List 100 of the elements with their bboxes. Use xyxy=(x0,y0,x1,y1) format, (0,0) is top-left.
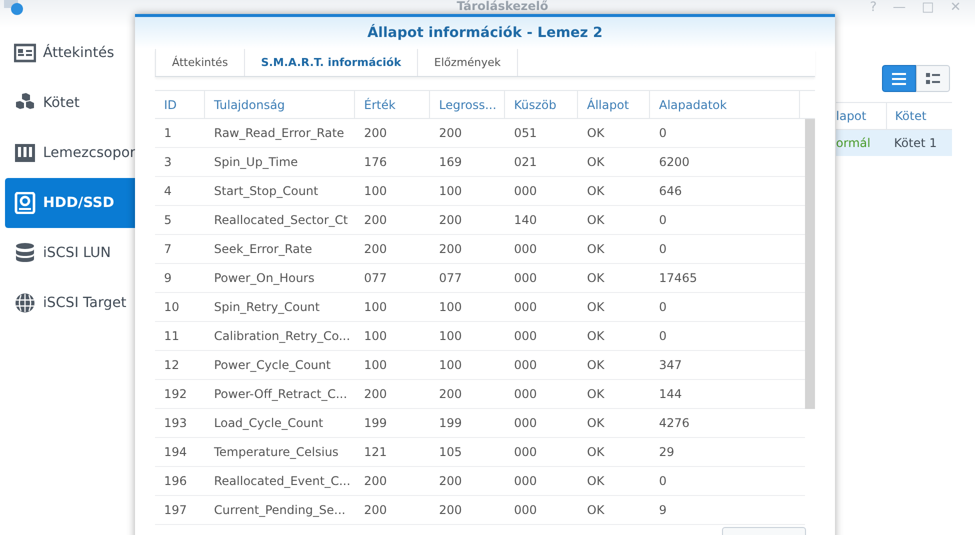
sidebar-item[interactable]: Áttekintés xyxy=(5,28,135,78)
sidebar-item[interactable]: Lemezcsopor xyxy=(5,128,135,178)
bars-icon xyxy=(14,142,36,164)
table-cell: 194 xyxy=(164,445,187,459)
table-cell: OK xyxy=(587,474,604,488)
table-cell: ormál xyxy=(836,136,870,150)
table-cell: 5 xyxy=(164,213,172,227)
table-cell: 12 xyxy=(164,358,180,372)
table-cell: 7 xyxy=(164,242,172,256)
sidebar-item[interactable]: HDD/SSD xyxy=(5,178,135,228)
table-cell: 197 xyxy=(164,503,187,517)
table-cell: OK xyxy=(587,358,604,372)
table-cell: 100 xyxy=(364,300,387,314)
table-cell: 000 xyxy=(514,445,537,459)
sidebar-item[interactable]: iSCSI LUN xyxy=(5,228,135,278)
list-icon xyxy=(892,72,906,85)
column-header[interactable]: Állapot xyxy=(587,98,629,112)
column-header[interactable]: Küszöb xyxy=(514,98,556,112)
window-title: Tároláskezelő xyxy=(456,0,548,13)
table-cell: 199 xyxy=(439,416,462,430)
column-header[interactable]: Alapadatok xyxy=(659,98,727,112)
table-cell: Seek_Error_Rate xyxy=(214,242,312,256)
table-cell: 000 xyxy=(514,300,537,314)
tab[interactable]: Előzmények xyxy=(417,49,518,76)
table-cell: 200 xyxy=(364,242,387,256)
table-cell: 105 xyxy=(439,445,462,459)
table-cell: 051 xyxy=(514,126,537,140)
table-cell: Calibration_Retry_Co... xyxy=(214,329,350,343)
table-cell: 100 xyxy=(439,184,462,198)
table-cell: 200 xyxy=(364,213,387,227)
table-cell: 000 xyxy=(514,387,537,401)
table-cell: 200 xyxy=(439,503,462,517)
table-cell: 200 xyxy=(439,126,462,140)
table-cell: 646 xyxy=(659,184,682,198)
table-cell: 000 xyxy=(514,474,537,488)
table-cell: 200 xyxy=(364,387,387,401)
table-cell: 196 xyxy=(164,474,187,488)
table-cell: OK xyxy=(587,184,604,198)
table-cell: 4276 xyxy=(659,416,690,430)
table-cell: Spin_Up_Time xyxy=(214,155,298,169)
table-cell: 200 xyxy=(364,474,387,488)
table-cell: 077 xyxy=(439,271,462,285)
scrollbar-thumb[interactable] xyxy=(805,119,815,409)
column-header: lapot xyxy=(836,109,866,123)
table-cell: 176 xyxy=(364,155,387,169)
table-cell: Start_Stop_Count xyxy=(214,184,318,198)
table-cell: 29 xyxy=(659,445,674,459)
table-cell: 100 xyxy=(364,329,387,343)
table-cell: 10 xyxy=(164,300,180,314)
table-cell: 200 xyxy=(364,126,387,140)
column-header[interactable]: ID xyxy=(164,98,177,112)
table-cell: Power-Off_Retract_C... xyxy=(214,387,348,401)
table-cell: 100 xyxy=(364,358,387,372)
column-header[interactable]: Tulajdonság xyxy=(214,98,285,112)
table-cell: OK xyxy=(587,155,604,169)
table-cell: 200 xyxy=(439,474,462,488)
table-cell: 100 xyxy=(364,184,387,198)
table-cell: 3 xyxy=(164,155,172,169)
globe-icon xyxy=(14,292,36,314)
table-cell: 100 xyxy=(439,329,462,343)
table-cell: Load_Cycle_Count xyxy=(214,416,324,430)
table-cell: Temperature_Celsius xyxy=(214,445,339,459)
table-cell: OK xyxy=(587,503,604,517)
tab[interactable]: S.M.A.R.T. információk xyxy=(244,49,418,76)
table-cell: 121 xyxy=(364,445,387,459)
app-icon xyxy=(2,0,24,16)
view-toggle[interactable] xyxy=(882,65,916,92)
column-header[interactable]: Legross... xyxy=(439,98,496,112)
table-cell: 140 xyxy=(514,213,537,227)
table-cell: 200 xyxy=(439,213,462,227)
table-cell: OK xyxy=(587,329,604,343)
table-cell: 6200 xyxy=(659,155,690,169)
table-cell: Reallocated_Sector_Ct xyxy=(214,213,348,227)
dialog-title: Állapot információk - Lemez 2 xyxy=(367,25,603,41)
table-cell: Reallocated_Event_C... xyxy=(214,474,350,488)
table-cell: Current_Pending_Se... xyxy=(214,503,346,517)
table-cell: Power_Cycle_Count xyxy=(214,358,331,372)
table-cell: 200 xyxy=(439,387,462,401)
table-cell: OK xyxy=(587,213,604,227)
detail-list-icon xyxy=(926,72,940,85)
table-cell: OK xyxy=(587,416,604,430)
table-cell: 000 xyxy=(514,503,537,517)
tab[interactable]: Áttekintés xyxy=(155,49,244,76)
table-cell: 169 xyxy=(439,155,462,169)
table-cell: 9 xyxy=(164,271,172,285)
table-cell: 0 xyxy=(659,300,667,314)
table-row[interactable]: ormál Kötet 1 xyxy=(836,130,952,156)
table-cell: 000 xyxy=(514,242,537,256)
table-cell: OK xyxy=(587,271,604,285)
column-header: Kötet xyxy=(895,109,926,123)
table-cell: 199 xyxy=(364,416,387,430)
table-cell: OK xyxy=(587,126,604,140)
sidebar-item[interactable]: Kötet xyxy=(5,78,135,128)
table-cell: 0 xyxy=(659,126,667,140)
table-cell: 077 xyxy=(364,271,387,285)
overview-icon xyxy=(14,42,36,64)
table-cell: 4 xyxy=(164,184,172,198)
sidebar-item[interactable]: iSCSI Target xyxy=(5,278,135,328)
table-cell: 000 xyxy=(514,416,537,430)
column-header[interactable]: Érték xyxy=(364,98,396,112)
